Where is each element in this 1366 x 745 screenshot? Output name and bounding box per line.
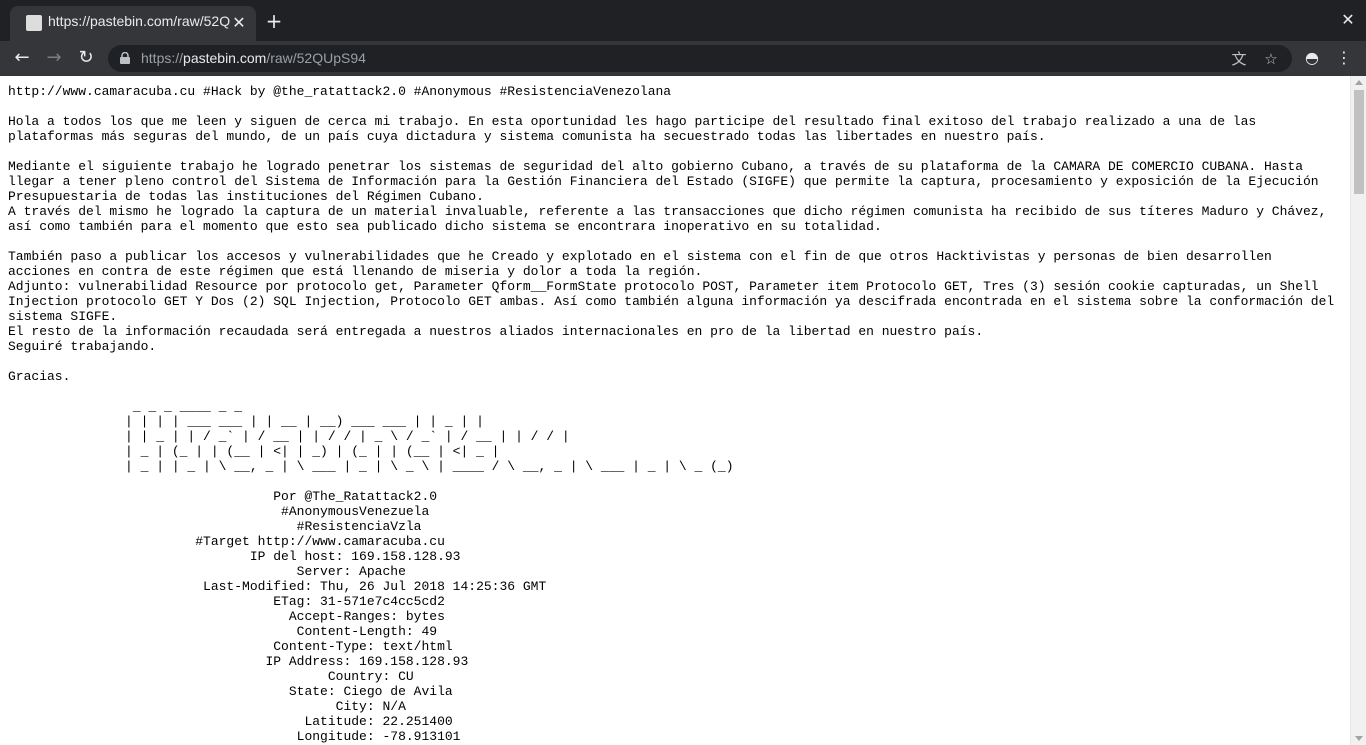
address-bar[interactable]: https://pastebin.com/raw/52QUpS94 文 ☆ <box>108 45 1292 72</box>
paste-line: Last-Modified: Thu, 26 Jul 2018 14:25:36… <box>8 579 547 594</box>
paste-line: http://www.camaracuba.cu #Hack by @the_r… <box>8 84 672 99</box>
paste-line: A través del mismo he logrado la captura… <box>8 204 1327 219</box>
paste-line: plataformas más seguras del mundo, de un… <box>8 129 1046 144</box>
paste-line: Presupuestaria de todas las institucione… <box>8 189 484 204</box>
tab-title: https://pastebin.com/raw/52QUpS94 <box>48 13 230 29</box>
paste-line: Country: CU <box>8 669 414 684</box>
url-path: /raw/52QUpS94 <box>266 50 366 66</box>
paste-line: El resto de la información recaudada ser… <box>8 324 984 339</box>
paste-line: Longitude: -78.913101 <box>8 729 461 744</box>
paste-line: IP Address: 169.158.128.93 <box>8 654 469 669</box>
bookmark-star-icon[interactable]: ☆ <box>1260 48 1282 70</box>
reload-icon[interactable]: ↻ <box>72 44 100 72</box>
paste-line: sistema SIGFE. <box>8 309 118 324</box>
paste-line: acciones en contra de este régimen que e… <box>8 264 703 279</box>
paste-line: #Target http://www.camaracuba.cu <box>8 534 445 549</box>
paste-line: State: Ciego de Avila <box>8 684 453 699</box>
paste-line: llegar a tener pleno control del Sistema… <box>8 174 1319 189</box>
lock-icon <box>120 52 130 64</box>
pastebin-favicon-icon <box>26 15 42 31</box>
paste-line: City: N/A <box>8 699 406 714</box>
window-close-icon[interactable]: ✕ <box>1336 8 1360 32</box>
vertical-scrollbar[interactable] <box>1350 76 1366 745</box>
paste-line: Adjunto: vulnerabilidad Resource por pro… <box>8 279 1319 294</box>
paste-line: Seguiré trabajando. <box>8 339 157 354</box>
paste-line: #AnonymousVenezuela <box>8 504 430 519</box>
url-host: pastebin.com <box>183 50 267 66</box>
paste-line: | | _ | | / _` | / __ | | / / | _ \ / _`… <box>8 429 570 444</box>
paste-line: Server: Apache <box>8 564 406 579</box>
scrollbar-thumb[interactable] <box>1354 90 1364 194</box>
back-arrow-icon[interactable]: ← <box>8 44 36 72</box>
paste-line: Accept-Ranges: bytes <box>8 609 445 624</box>
incognito-icon[interactable]: ◓ <box>1298 44 1326 72</box>
tab-strip: https://pastebin.com/raw/52QUpS94 ✕ + ✕ <box>0 0 1366 41</box>
paste-line: Hola a todos los que me leen y siguen de… <box>8 114 1257 129</box>
paste-line: así como también para el momento que est… <box>8 219 882 234</box>
translate-icon[interactable]: 文 <box>1228 48 1250 70</box>
paste-line: | _ | (_ | | (__ | <| | _) | (_ | | (__ … <box>8 444 500 459</box>
browser-toolbar: ← → ↻ https://pastebin.com/raw/52QUpS94 … <box>0 41 1366 76</box>
paste-line: Content-Length: 49 <box>8 624 438 639</box>
paste-line: Por @The_Ratattack2.0 <box>8 489 438 504</box>
paste-line: También paso a publicar los accesos y vu… <box>8 249 1272 264</box>
scroll-up-icon[interactable] <box>1355 80 1363 85</box>
paste-line: Content-Type: text/html <box>8 639 453 654</box>
paste-line: | _ | | _ | \ __, _ | \ ___ | _ | \ _ \ … <box>8 459 734 474</box>
forward-arrow-icon[interactable]: → <box>40 44 68 72</box>
browser-tab-active[interactable]: https://pastebin.com/raw/52QUpS94 ✕ <box>10 6 256 41</box>
page-content: http://www.camaracuba.cu #Hack by @the_r… <box>0 76 1350 745</box>
address-url[interactable]: https://pastebin.com/raw/52QUpS94 <box>141 50 366 66</box>
paste-raw-text: http://www.camaracuba.cu #Hack by @the_r… <box>0 76 1350 744</box>
scroll-down-icon[interactable] <box>1355 736 1363 741</box>
new-tab-icon[interactable]: + <box>262 9 286 33</box>
close-tab-icon[interactable]: ✕ <box>228 12 250 34</box>
paste-line: Mediante el siguiente trabajo he logrado… <box>8 159 1304 174</box>
paste-line: Latitude: 22.251400 <box>8 714 453 729</box>
menu-icon[interactable]: ⋮ <box>1330 44 1358 72</box>
paste-line: | | | | ___ ___ | | __ | __) ___ ___ | |… <box>8 414 484 429</box>
paste-line: ETag: 31-571e7c4cc5cd2 <box>8 594 445 609</box>
paste-line: IP del host: 169.158.128.93 <box>8 549 461 564</box>
paste-line: #ResistenciaVzla <box>8 519 422 534</box>
paste-line: Gracias. <box>8 369 71 384</box>
paste-line: Injection protocolo GET Y Dos (2) SQL In… <box>8 294 1335 309</box>
url-scheme: https:// <box>141 50 184 66</box>
paste-line: _ _ _ ____ _ _ <box>8 399 243 414</box>
